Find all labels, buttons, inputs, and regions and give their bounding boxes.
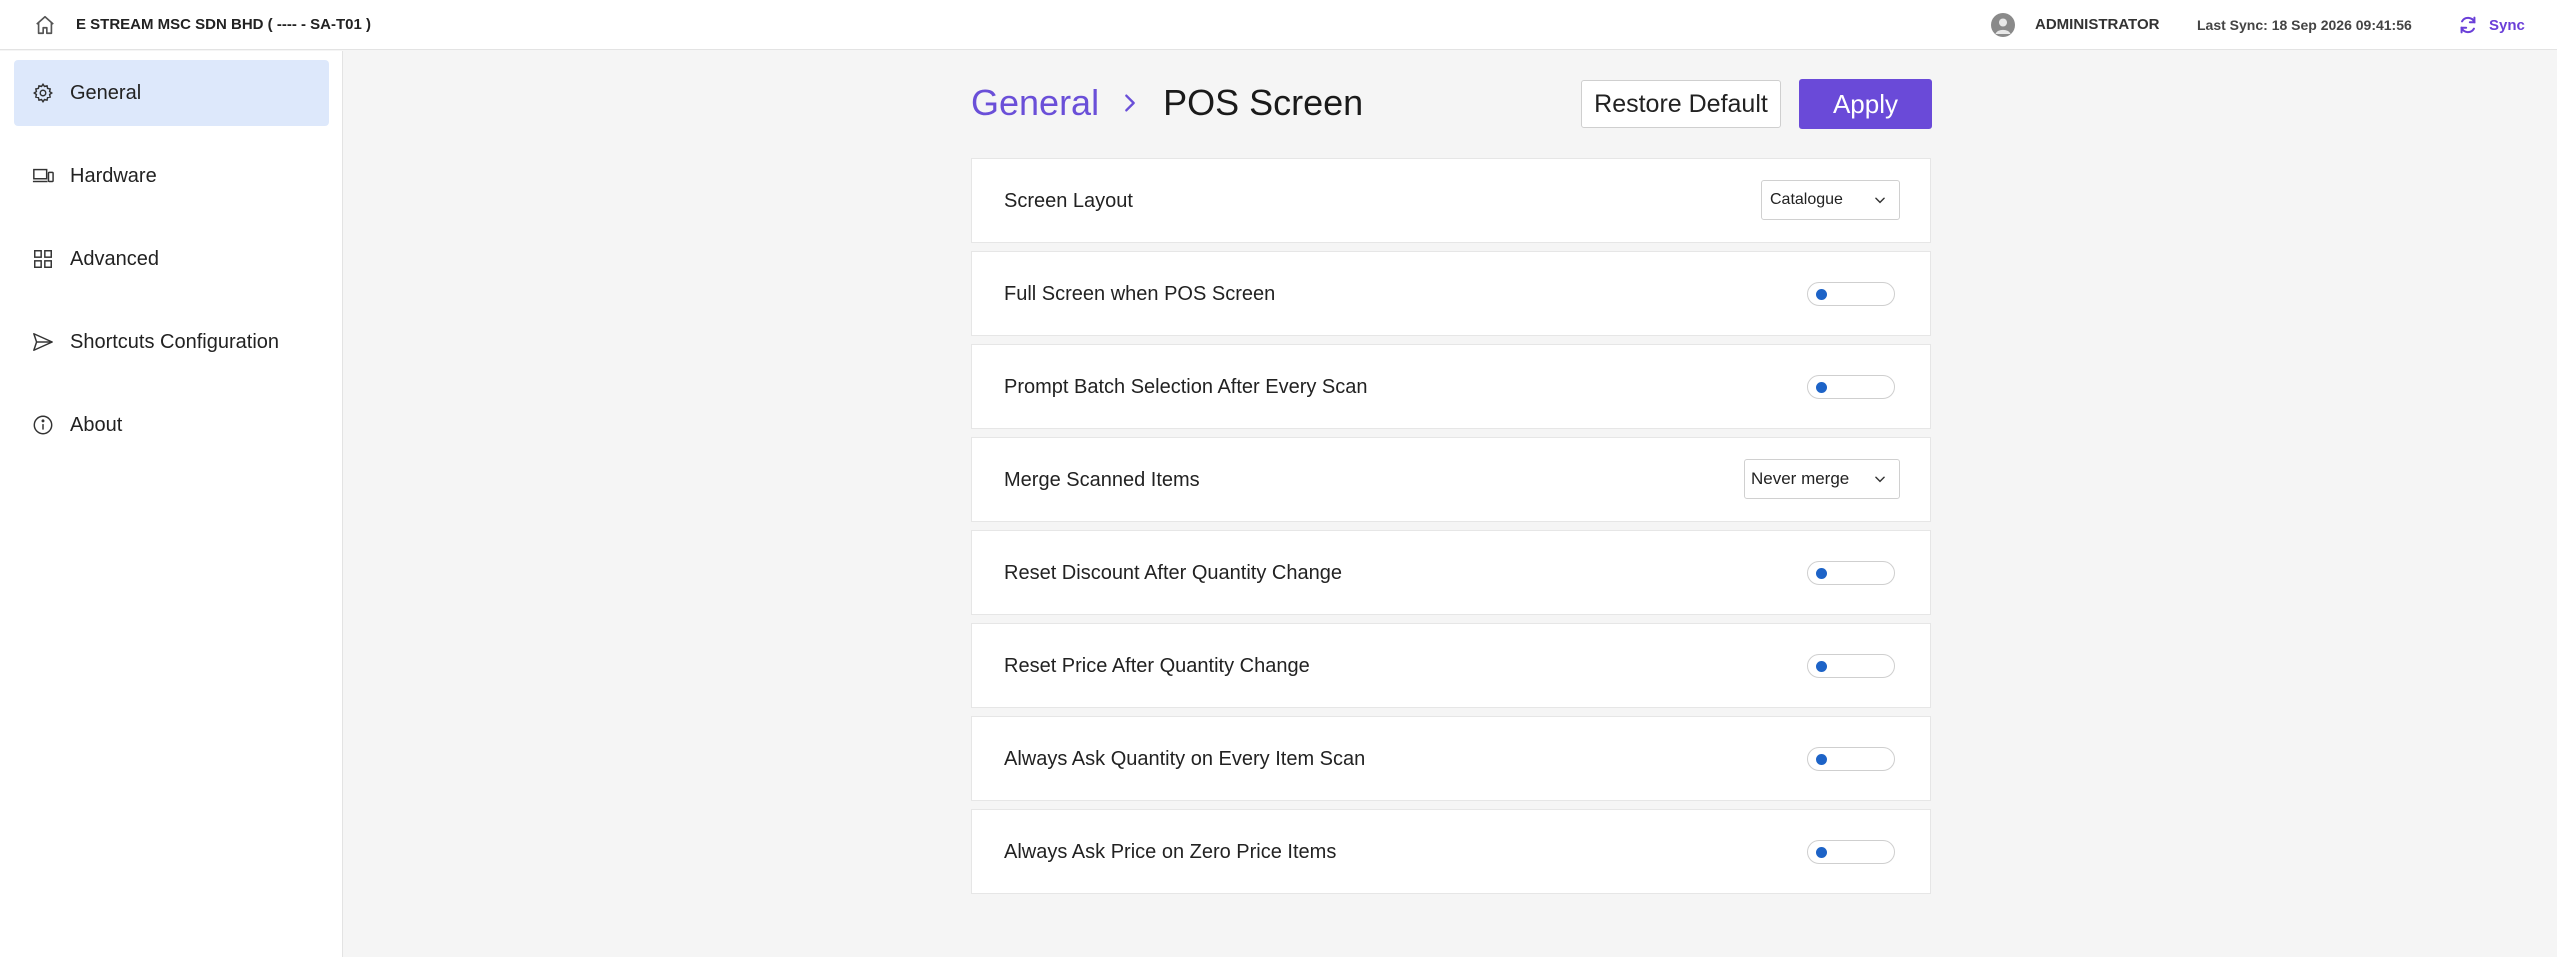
- sync-label: Sync: [2489, 16, 2525, 34]
- setting-label: Prompt Batch Selection After Every Scan: [1004, 376, 1368, 398]
- home-icon[interactable]: [34, 14, 56, 36]
- sidebar-item-label: About: [70, 413, 123, 436]
- setting-reset-price: Reset Price After Quantity Change: [971, 623, 1931, 708]
- toggle-knob: [1816, 661, 1827, 672]
- chevron-right-icon: [1125, 94, 1135, 112]
- chevron-down-icon: [1875, 197, 1885, 204]
- select-value: Catalogue: [1770, 191, 1843, 208]
- sidebar-item-about[interactable]: About: [14, 392, 329, 458]
- chevron-down-icon: [1875, 476, 1885, 483]
- setting-ask-price: Always Ask Price on Zero Price Items: [971, 809, 1931, 894]
- ask-quantity-toggle[interactable]: [1807, 747, 1895, 771]
- breadcrumb: General POS Screen: [971, 78, 1363, 128]
- setting-screen-layout: Screen Layout Catalogue: [971, 158, 1931, 243]
- sync-icon: [2460, 16, 2476, 34]
- restore-default-button[interactable]: Restore Default: [1581, 80, 1781, 128]
- sidebar-item-shortcuts[interactable]: Shortcuts Configuration: [14, 309, 329, 375]
- sidebar: General Hardware Advanced Shortcuts Conf…: [0, 51, 343, 957]
- setting-prompt-batch: Prompt Batch Selection After Every Scan: [971, 344, 1931, 429]
- toggle-knob: [1816, 847, 1827, 858]
- send-icon: [33, 333, 53, 351]
- ask-price-toggle[interactable]: [1807, 840, 1895, 864]
- prompt-batch-toggle[interactable]: [1807, 375, 1895, 399]
- setting-label: Reset Price After Quantity Change: [1004, 655, 1310, 677]
- last-sync-text: Last Sync: 18 Sep 2026 09:41:56: [2197, 17, 2412, 33]
- setting-merge-scanned: Merge Scanned Items Never merge: [971, 437, 1931, 522]
- reset-price-toggle[interactable]: [1807, 654, 1895, 678]
- toggle-knob: [1816, 289, 1827, 300]
- toggle-knob: [1816, 568, 1827, 579]
- setting-label: Reset Discount After Quantity Change: [1004, 562, 1342, 584]
- sidebar-item-label: Hardware: [70, 164, 157, 187]
- reset-discount-toggle[interactable]: [1807, 561, 1895, 585]
- gear-icon: [33, 83, 53, 103]
- sidebar-item-hardware[interactable]: Hardware: [14, 143, 329, 209]
- top-bar: E STREAM MSC SDN BHD ( ---- - SA-T01 ) A…: [0, 0, 2557, 50]
- sidebar-item-general[interactable]: General: [14, 60, 329, 126]
- sidebar-item-label: Advanced: [70, 247, 159, 270]
- select-value: Never merge: [1751, 469, 1850, 488]
- merge-scanned-select[interactable]: Never merge: [1744, 459, 1900, 499]
- setting-label: Always Ask Price on Zero Price Items: [1004, 841, 1337, 863]
- setting-label: Full Screen when POS Screen: [1004, 283, 1276, 305]
- info-icon: [33, 415, 53, 435]
- setting-label: Screen Layout: [1004, 190, 1133, 212]
- apply-button[interactable]: Apply: [1799, 79, 1932, 129]
- page-title: POS Screen: [1163, 82, 1364, 123]
- toggle-knob: [1816, 382, 1827, 393]
- full-screen-toggle[interactable]: [1807, 282, 1895, 306]
- devices-icon: [32, 168, 54, 183]
- sync-button[interactable]: Sync: [2457, 0, 2525, 50]
- screen-layout-select[interactable]: Catalogue: [1761, 180, 1900, 220]
- user-name[interactable]: ADMINISTRATOR: [2035, 0, 2159, 50]
- setting-reset-discount: Reset Discount After Quantity Change: [971, 530, 1931, 615]
- setting-full-screen: Full Screen when POS Screen: [971, 251, 1931, 336]
- breadcrumb-parent[interactable]: General: [971, 82, 1099, 124]
- toggle-knob: [1816, 754, 1827, 765]
- sidebar-item-label: General: [70, 81, 142, 104]
- user-avatar-icon[interactable]: [1991, 13, 2015, 37]
- setting-label: Merge Scanned Items: [1004, 469, 1200, 491]
- sidebar-item-label: Shortcuts Configuration: [70, 330, 280, 353]
- setting-ask-quantity: Always Ask Quantity on Every Item Scan: [971, 716, 1931, 801]
- grid-icon: [34, 250, 52, 268]
- sidebar-item-advanced[interactable]: Advanced: [14, 226, 329, 292]
- setting-label: Always Ask Quantity on Every Item Scan: [1004, 748, 1366, 770]
- company-name: E STREAM MSC SDN BHD ( ---- - SA-T01 ): [76, 16, 371, 33]
